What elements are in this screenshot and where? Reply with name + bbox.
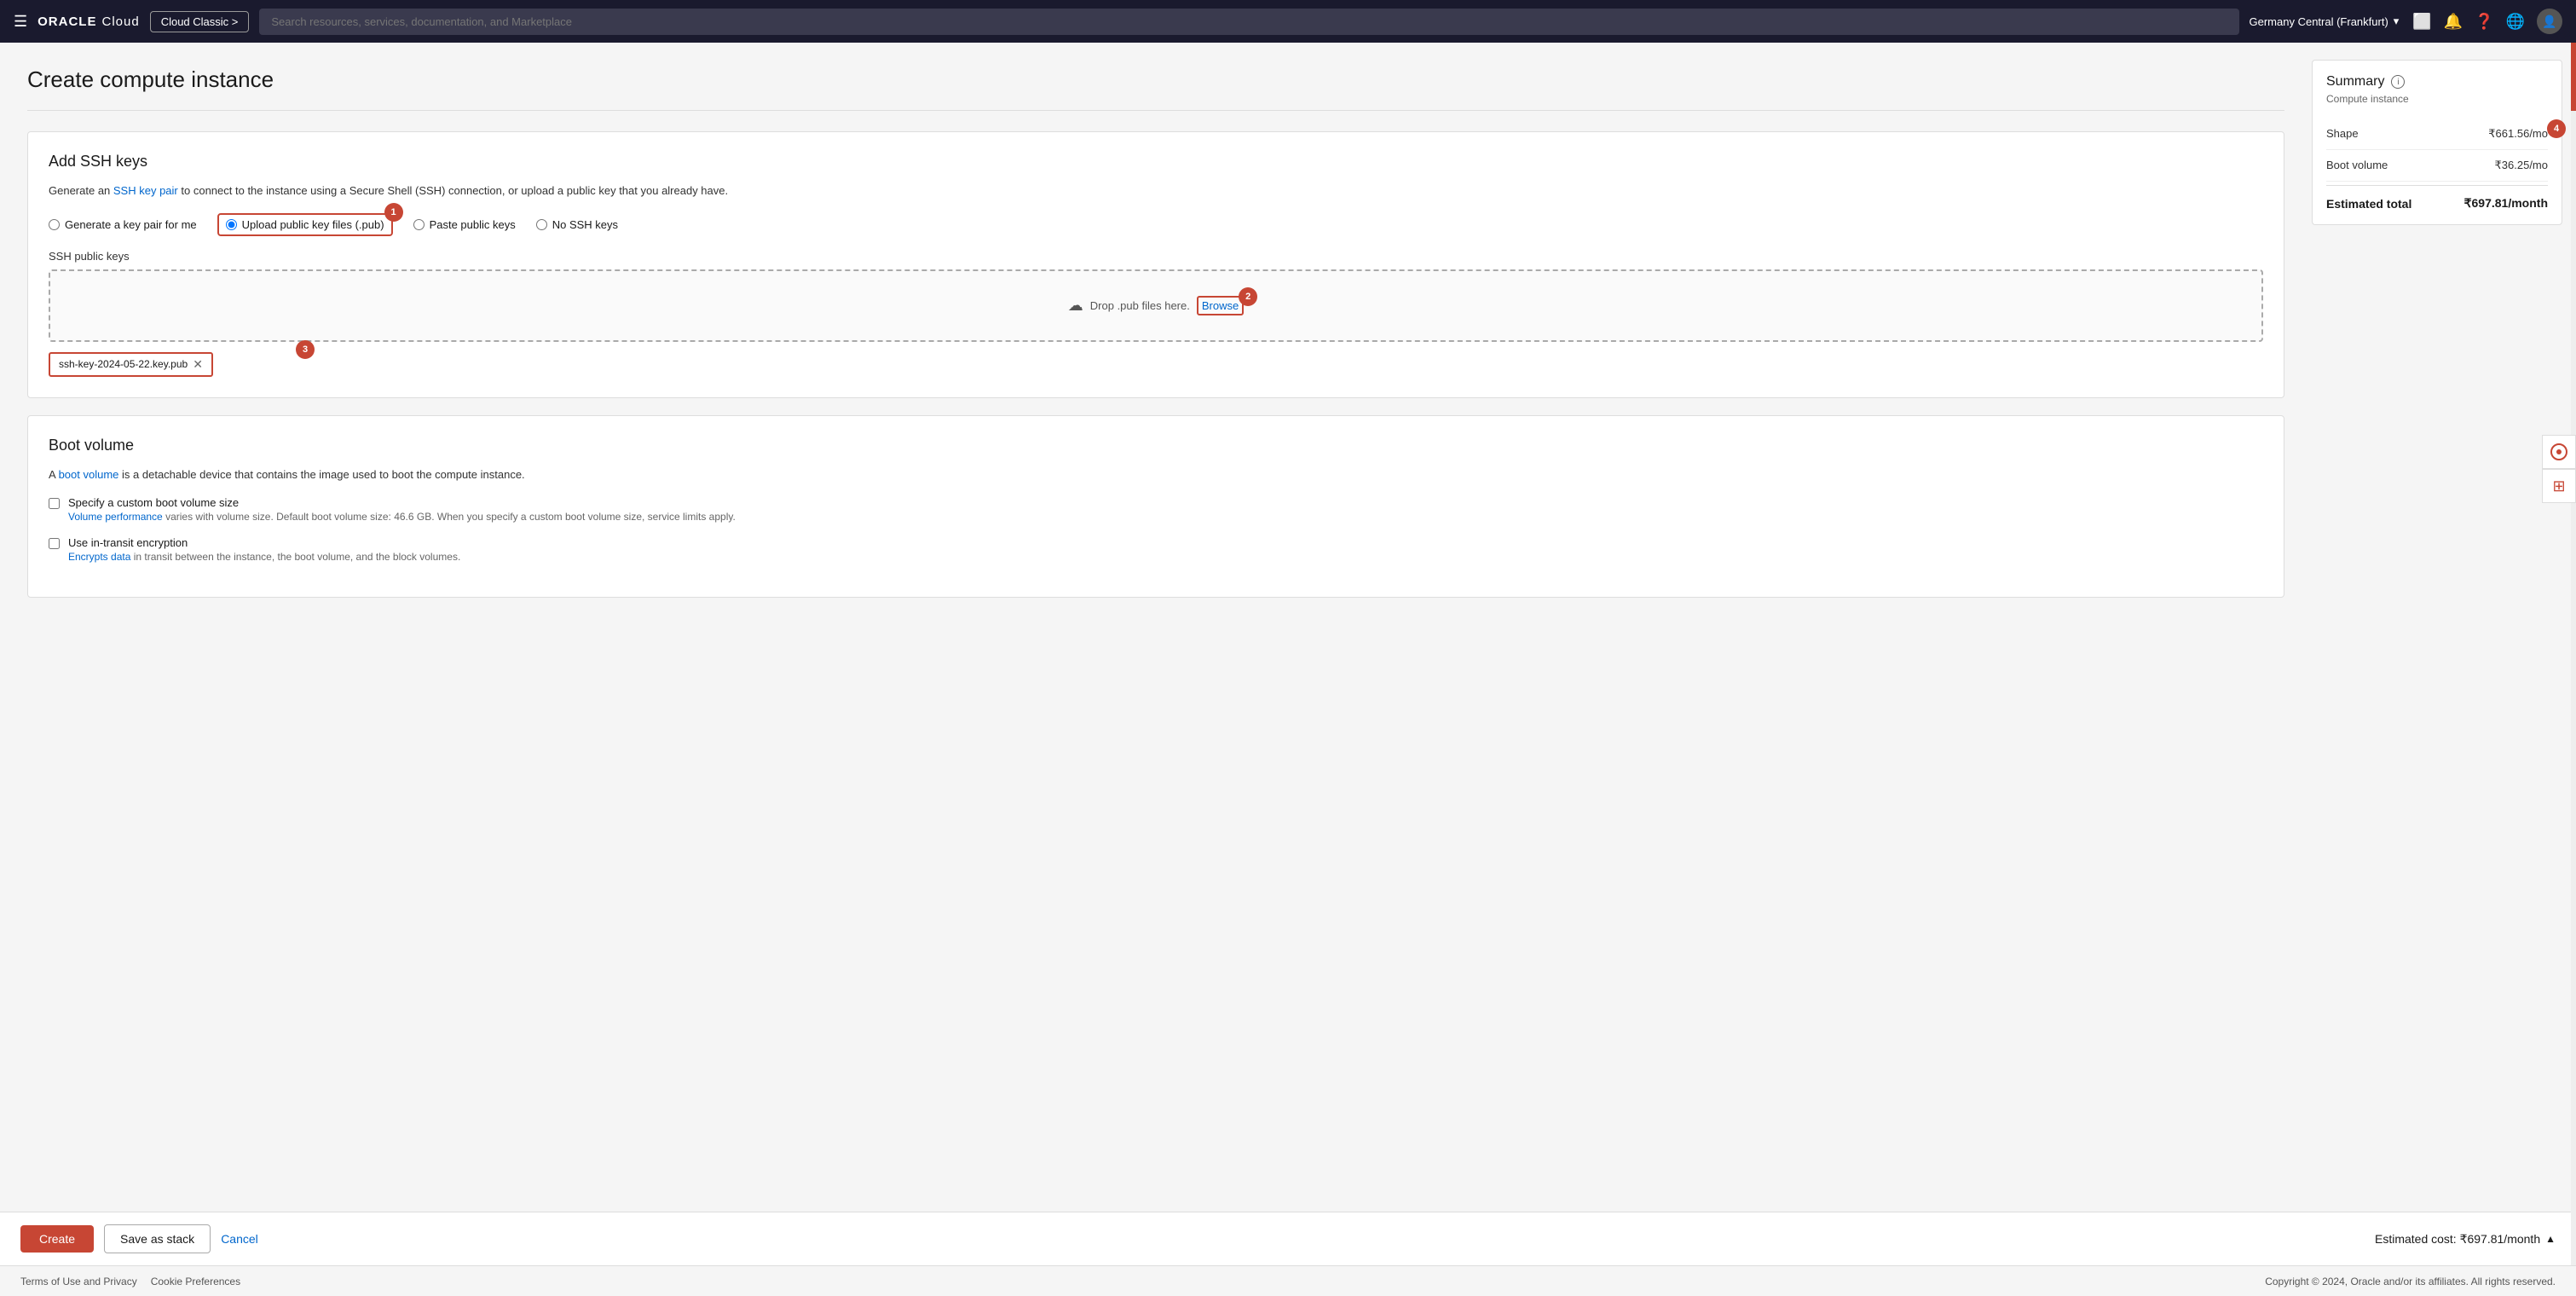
layout-icon[interactable] — [2542, 435, 2576, 469]
upload-cloud-icon: ☁ — [1068, 297, 1083, 315]
boot-volume-link[interactable]: boot volume — [59, 468, 119, 481]
boot-volume-section: Boot volume A boot volume is a detachabl… — [27, 415, 2284, 599]
summary-shape-value: ₹661.56/mo — [2488, 127, 2548, 141]
summary-title: Summary — [2326, 74, 2384, 90]
summary-total-label: Estimated total — [2326, 197, 2411, 211]
radio-upload-text: Upload public key files (.pub) — [242, 218, 384, 231]
file-remove-icon[interactable]: ✕ — [193, 357, 203, 372]
browse-link[interactable]: Browse — [1197, 296, 1244, 315]
cost-chevron-icon[interactable]: ▲ — [2545, 1233, 2556, 1245]
bell-icon[interactable]: 🔔 — [2444, 13, 2463, 31]
search-input[interactable] — [259, 9, 2238, 35]
menu-icon[interactable]: ☰ — [14, 13, 27, 31]
footer: Terms of Use and Privacy Cookie Preferen… — [0, 1265, 2576, 1296]
step-2-badge: 2 — [1239, 287, 1257, 306]
radio-nossh-text: No SSH keys — [552, 218, 618, 231]
in-transit-encryption-item: Use in-transit encryption Encrypts data … — [49, 536, 2263, 563]
in-transit-content: Use in-transit encryption Encrypts data … — [68, 536, 460, 563]
topright-panel: ⊞ — [2542, 43, 2576, 503]
summary-boot-label: Boot volume — [2326, 159, 2388, 171]
boot-section-title: Boot volume — [49, 437, 2263, 454]
grid-icon[interactable]: ⊞ — [2542, 469, 2576, 503]
top-navigation: ☰ ORACLE Cloud Cloud Classic > Germany C… — [0, 0, 2576, 43]
radio-paste[interactable] — [413, 219, 425, 230]
drop-zone-inner: ☁ Drop .pub files here. Browse 2 — [76, 297, 2236, 315]
oracle-logo: ORACLE Cloud — [38, 14, 140, 29]
radio-paste-label[interactable]: Paste public keys — [413, 218, 516, 231]
save-stack-button[interactable]: Save as stack — [104, 1224, 211, 1253]
terms-link[interactable]: Terms of Use and Privacy — [20, 1276, 137, 1287]
encrypts-data-link[interactable]: Encrypts data — [68, 551, 130, 563]
topnav-right: Germany Central (Frankfurt) ▾ ⬜ 🔔 ❓ 🌐 👤 — [2250, 9, 2562, 34]
globe-icon[interactable]: 🌐 — [2506, 13, 2525, 31]
summary-shape-row: Shape ₹661.56/mo — [2326, 119, 2548, 150]
radio-generate[interactable] — [49, 219, 60, 230]
ssh-keys-section: Add SSH keys Generate an SSH key pair to… — [27, 131, 2284, 398]
ssh-section-title: Add SSH keys — [49, 153, 2263, 171]
step-3-badge: 3 — [296, 340, 315, 359]
radio-generate-label[interactable]: Generate a key pair for me — [49, 218, 197, 231]
radio-generate-text: Generate a key pair for me — [65, 218, 197, 231]
cancel-link[interactable]: Cancel — [221, 1232, 258, 1246]
custom-boot-volume-checkbox[interactable] — [49, 498, 60, 509]
summary-sidebar: Summary i Compute instance Shape ₹661.56… — [2312, 43, 2576, 1265]
summary-boot-row: Boot volume ₹36.25/mo — [2326, 150, 2548, 182]
page-title: Create compute instance — [27, 67, 2284, 111]
ssh-key-pair-link[interactable]: SSH key pair — [113, 184, 178, 197]
main-content: Create compute instance Add SSH keys Gen… — [0, 43, 2312, 1265]
help-icon[interactable]: ❓ — [2475, 13, 2493, 31]
radio-upload[interactable] — [226, 219, 237, 230]
topnav-icons: ⬜ 🔔 ❓ 🌐 👤 — [2412, 9, 2562, 34]
file-tag-container: ssh-key-2024-05-22.key.pub ✕ 3 — [49, 352, 2263, 377]
in-transit-encryption-checkbox[interactable] — [49, 538, 60, 549]
radio-nossh-label[interactable]: No SSH keys — [536, 218, 618, 231]
custom-boot-sub-text: Volume performance varies with volume si… — [68, 511, 736, 523]
user-avatar[interactable]: 👤 — [2537, 9, 2562, 34]
footer-links: Terms of Use and Privacy Cookie Preferen… — [20, 1276, 240, 1287]
ssh-field-label: SSH public keys — [49, 250, 2263, 263]
summary-boot-value: ₹36.25/mo — [2495, 159, 2548, 172]
summary-total-value: ₹697.81/month — [2464, 196, 2548, 211]
summary-info-icon[interactable]: i — [2391, 75, 2405, 89]
radio-upload-label[interactable]: Upload public key files (.pub) 1 — [217, 213, 393, 236]
estimated-cost-bar: Estimated cost: ₹697.81/month ▲ — [2375, 1232, 2556, 1247]
summary-subheader: Compute instance — [2326, 93, 2548, 105]
custom-boot-volume-label: Specify a custom boot volume size — [68, 496, 736, 509]
ssh-radio-group: Generate a key pair for me Upload public… — [49, 213, 2263, 236]
cloud-classic-button[interactable]: Cloud Classic > — [150, 11, 250, 32]
summary-total: Estimated total ₹697.81/month — [2326, 185, 2548, 211]
estimated-cost-text: Estimated cost: ₹697.81/month — [2375, 1232, 2540, 1247]
drop-text: Drop .pub files here. — [1090, 299, 1190, 312]
summary-shape-label: Shape — [2326, 127, 2359, 140]
radio-nossh[interactable] — [536, 219, 547, 230]
copyright-text: Copyright © 2024, Oracle and/or its affi… — [2265, 1276, 2556, 1287]
drop-zone[interactable]: ☁ Drop .pub files here. Browse 2 — [49, 269, 2263, 342]
terminal-icon[interactable]: ⬜ — [2412, 13, 2431, 31]
file-name: ssh-key-2024-05-22.key.pub — [59, 358, 188, 370]
summary-header: Summary i — [2326, 74, 2548, 90]
radio-paste-text: Paste public keys — [430, 218, 516, 231]
cloud-text: Cloud — [101, 14, 139, 29]
in-transit-label: Use in-transit encryption — [68, 536, 460, 549]
oracle-text: ORACLE — [38, 14, 96, 29]
summary-card: Summary i Compute instance Shape ₹661.56… — [2312, 60, 2562, 225]
step-1-badge: 1 — [384, 203, 403, 222]
in-transit-sub-text: Encrypts data in transit between the ins… — [68, 551, 460, 563]
custom-boot-volume-content: Specify a custom boot volume size Volume… — [68, 496, 736, 523]
custom-boot-volume-item: Specify a custom boot volume size Volume… — [49, 496, 2263, 523]
ssh-description: Generate an SSH key pair to connect to t… — [49, 182, 2263, 200]
file-tag: ssh-key-2024-05-22.key.pub ✕ — [49, 352, 213, 377]
boot-description: A boot volume is a detachable device tha… — [49, 466, 2263, 483]
bottom-bar: Create Save as stack Cancel Estimated co… — [0, 1212, 2576, 1265]
region-selector[interactable]: Germany Central (Frankfurt) ▾ — [2250, 14, 2400, 28]
volume-performance-link[interactable]: Volume performance — [68, 511, 163, 523]
cookie-link[interactable]: Cookie Preferences — [151, 1276, 240, 1287]
create-button[interactable]: Create — [20, 1225, 94, 1253]
